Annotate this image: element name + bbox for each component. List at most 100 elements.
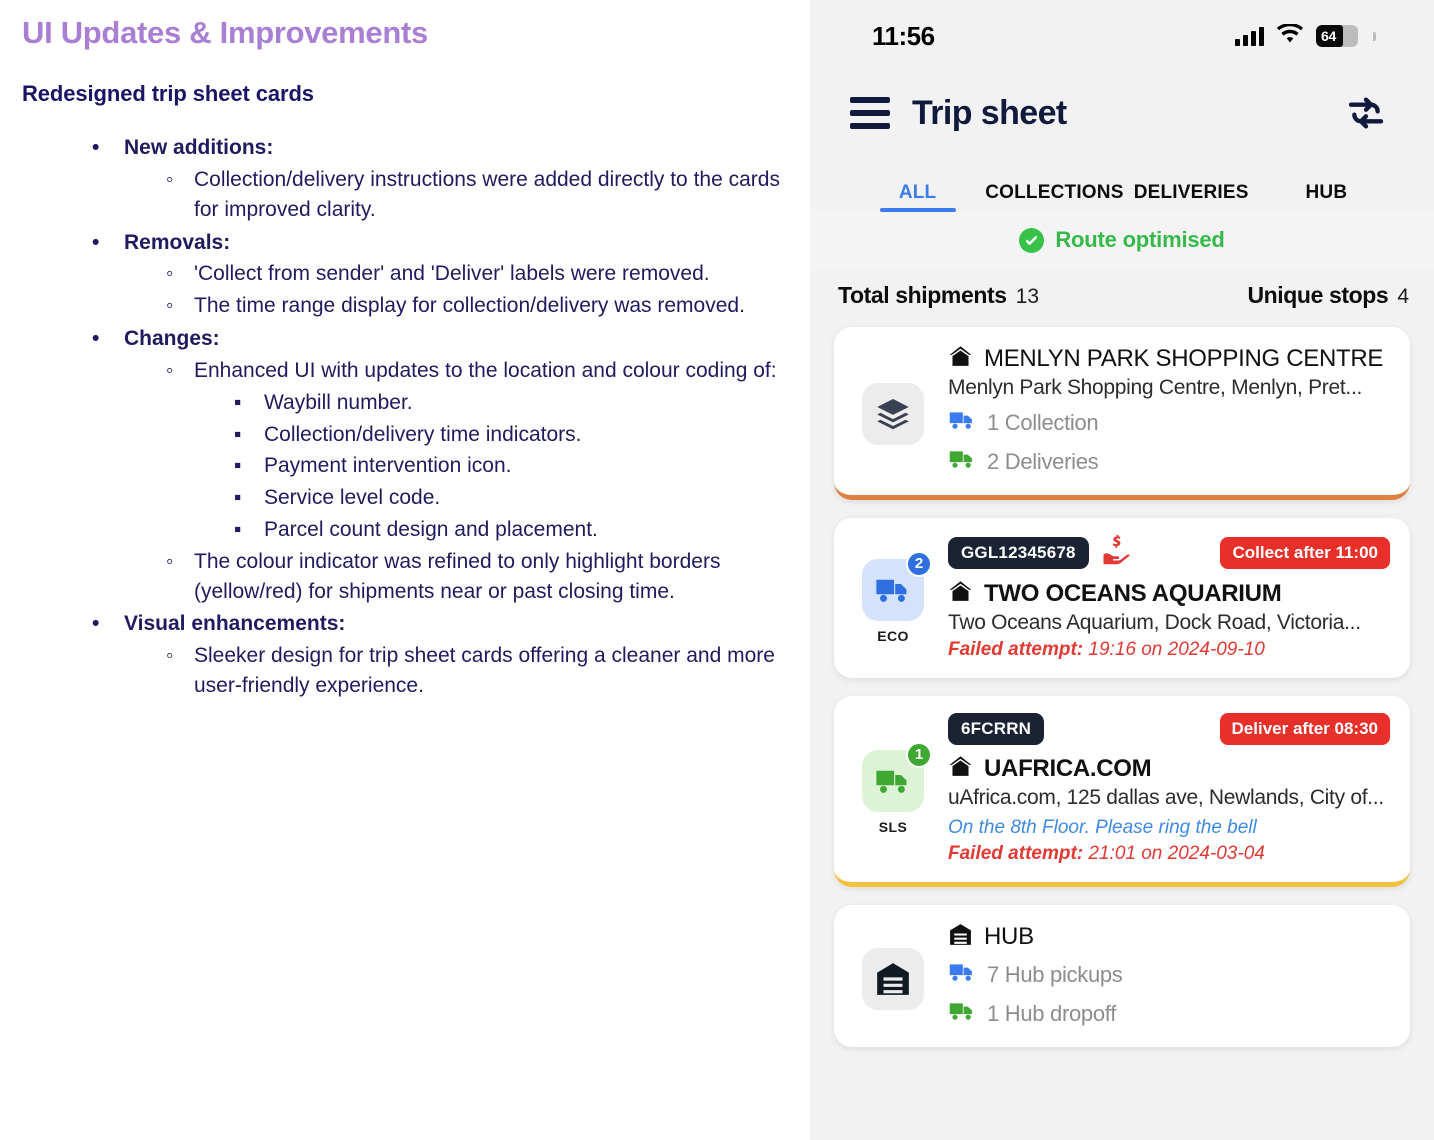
notes-subitem-text: Service level code.: [74, 483, 790, 513]
location-name: TWO OCEANS AQUARIUM: [984, 580, 1282, 607]
tab-deliveries[interactable]: DELIVERIES: [1124, 182, 1259, 212]
notes-section: New additions:Collection/delivery instru…: [22, 133, 790, 224]
card-icon-column: [852, 922, 934, 1030]
location-name: HUB: [984, 923, 1034, 950]
parcel-count-badge: 1: [906, 741, 932, 768]
card-stat-row: 1 Collection: [948, 406, 1390, 439]
truck-icon: [949, 451, 972, 468]
notes-item: The colour indicator was refined to only…: [74, 547, 790, 607]
truck-icon: [949, 412, 972, 429]
failed-attempt-row: Failed attempt: 21:01 on 2024-03-04: [948, 843, 1390, 865]
delivery-instruction: On the 8th Floor. Please ring the bell: [948, 817, 1257, 838]
tab-collections[interactable]: COLLECTIONS: [985, 182, 1123, 212]
notes-section-heading: New additions:: [74, 133, 790, 163]
page-title: UI Updates & Improvements: [22, 15, 428, 50]
service-level-code: ECO: [877, 627, 909, 644]
notes-item: Enhanced UI with updates to the location…: [74, 356, 790, 545]
location-name: UAFRICA.COM: [984, 755, 1152, 782]
tab-hub[interactable]: HUB: [1259, 182, 1394, 212]
location-address: Menlyn Park Shopping Centre, Menlyn, Pre…: [948, 376, 1363, 399]
service-level-code: SLS: [878, 818, 908, 835]
notes-item-text: The time range display for collection/de…: [74, 291, 790, 321]
notes-section-heading: Changes:: [74, 324, 790, 354]
notes-subitem: Waybill number.: [74, 388, 790, 418]
home-icon: [949, 756, 972, 776]
status-clock: 11:56: [872, 20, 935, 51]
notes-subitem: Collection/delivery time indicators.: [74, 420, 790, 450]
failed-attempt-label: Failed attempt:: [948, 843, 1084, 864]
notes-item: 'Collect from sender' and 'Deliver' labe…: [74, 259, 790, 289]
notes-section-heading: Removals:: [74, 228, 790, 258]
trip-sheet-card[interactable]: 2 ECO GGL12345678 Collect after 11:00 TWO OC…: [834, 518, 1410, 678]
home-icon: [948, 344, 973, 374]
layers-stack-icon: [877, 399, 909, 430]
notes-section: Visual enhancements:Sleeker design for t…: [22, 609, 790, 700]
warehouse-icon: [950, 924, 971, 945]
app-bar: Trip sheet: [810, 72, 1434, 154]
location-row: HUB: [948, 922, 1390, 952]
collection-truck-icon: [948, 406, 976, 439]
home-icon: [949, 346, 972, 366]
card-body: GGL12345678 Collect after 11:00 TWO OCEANS…: [948, 535, 1390, 661]
unique-stops-value: 4: [1397, 285, 1409, 308]
waybill-number[interactable]: GGL12345678: [948, 536, 1089, 569]
notes-section: Changes:Enhanced UI with updates to the …: [22, 324, 790, 606]
tab-all[interactable]: ALL: [850, 182, 985, 212]
card-stat-text: 1 Collection: [987, 409, 1099, 435]
notes-subitem: Parcel count design and placement.: [74, 515, 790, 545]
trip-sheet-card-list: MENLYN PARK SHOPPING CENTRE Menlyn Park S…: [810, 327, 1434, 1047]
section-subtitle: Redesigned trip sheet cards: [22, 81, 314, 107]
card-stat-row: 1 Hub dropoff: [948, 997, 1390, 1030]
card-top-row: 6FCRRN Deliver after 08:30: [948, 713, 1390, 745]
delivery-truck-icon: [948, 445, 976, 478]
card-stat-text: 1 Hub dropoff: [987, 1000, 1117, 1026]
notes-item-text: Collection/delivery instructions were ad…: [74, 165, 790, 225]
trip-sheet-card[interactable]: HUB 7 Hub pickups 1 Hub dropoff: [834, 905, 1410, 1047]
battery-cap-icon: [1373, 31, 1376, 41]
refresh-sync-icon[interactable]: [1346, 93, 1386, 133]
notes-item: Collection/delivery instructions were ad…: [74, 165, 790, 225]
card-top-row: GGL12345678 Collect after 11:00: [948, 535, 1390, 570]
notes-section-heading: Visual enhancements:: [74, 609, 790, 639]
truck-icon: [876, 579, 907, 602]
card-stat-text: 2 Deliveries: [987, 448, 1099, 474]
trip-sheet-card[interactable]: MENLYN PARK SHOPPING CENTRE Menlyn Park S…: [834, 327, 1410, 500]
page-root: UI Updates & Improvements Redesigned tri…: [0, 0, 1434, 1140]
release-notes-document: UI Updates & Improvements Redesigned tri…: [0, 0, 810, 1140]
waybill-number[interactable]: 6FCRRN: [948, 713, 1045, 745]
notes-section: Removals:'Collect from sender' and 'Deli…: [22, 228, 790, 321]
trip-sheet-card[interactable]: 1 SLS 6FCRRN Deliver after 08:30 UAFRICA.COM…: [834, 696, 1410, 887]
total-shipments-label: Total shipments: [838, 282, 1007, 308]
route-optimised-label: Route optimised: [1055, 227, 1225, 252]
home-icon: [948, 754, 973, 784]
hamburger-menu-icon[interactable]: [850, 97, 890, 129]
time-indicator-badge: Deliver after 08:30: [1219, 713, 1390, 745]
location-row: MENLYN PARK SHOPPING CENTRE: [948, 344, 1390, 374]
location-row: TWO OCEANS AQUARIUM: [948, 579, 1390, 609]
total-shipments: Total shipments 13: [838, 282, 1247, 309]
notes-list: New additions:Collection/delivery instru…: [22, 133, 790, 701]
location-name: MENLYN PARK SHOPPING CENTRE: [984, 345, 1384, 372]
home-icon: [949, 581, 972, 601]
battery-icon: 64: [1316, 25, 1358, 47]
delivery-truck-icon: 1: [862, 741, 932, 812]
status-icons: 64: [1235, 22, 1376, 49]
notes-sublist: 'Collect from sender' and 'Deliver' labe…: [74, 259, 790, 321]
unique-stops: Unique stops 4: [1247, 282, 1414, 309]
battery-level-text: 64: [1321, 28, 1336, 44]
tab-bar: ALL COLLECTIONS DELIVERIES HUB: [810, 154, 1434, 212]
location-address: uAfrica.com, 125 dallas ave, Newlands, C…: [948, 786, 1384, 809]
truck-icon: [949, 1003, 972, 1020]
warehouse-icon: [877, 963, 909, 995]
collection-truck-icon: [948, 958, 976, 991]
warehouse-icon: [948, 922, 973, 952]
total-shipments-value: 13: [1015, 285, 1040, 308]
truck-icon: [876, 770, 907, 793]
notes-subitem-text: Payment intervention icon.: [74, 451, 790, 481]
card-icon-column: 1 SLS: [852, 713, 934, 865]
notes-sublist: Sleeker design for trip sheet cards offe…: [74, 641, 790, 701]
truck-icon: [949, 964, 972, 981]
totals-row: Total shipments 13 Unique stops 4: [810, 268, 1434, 327]
check-circle-icon: [1019, 227, 1045, 253]
payment-intervention-icon: [1103, 535, 1130, 565]
